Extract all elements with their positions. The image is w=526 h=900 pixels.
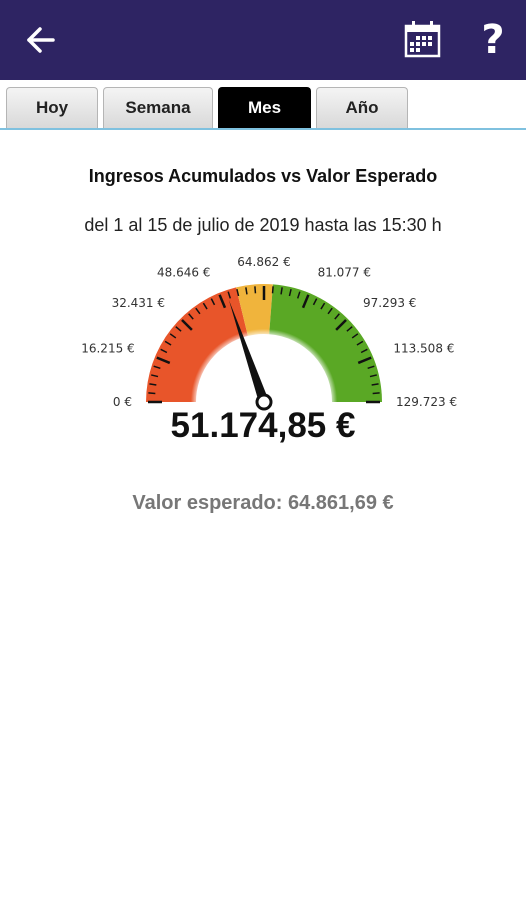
report-title: Ingresos Acumulados vs Valor Esperado [88,166,438,186]
expected-value: Valor esperado: 64.861,69 € [132,492,394,514]
report-period: del 1 al 15 de julio de 2019 hasta las 1… [84,215,442,235]
gauge-minor-tick [148,392,156,395]
gauge-minor-tick [372,392,380,395]
gauge-tick-label: 48.646 € [157,266,210,280]
gauge-tick-label: 113.508 € [393,341,454,355]
back-button[interactable] [20,20,64,60]
calendar-icon [404,21,441,58]
gauge-tick-label: 16.215 € [81,341,134,355]
gauge-minor-tick [254,286,257,294]
gauge-tick-label: 81.077 € [318,266,371,280]
tab-semana[interactable]: Semana [103,87,213,128]
gauge-tick-label: 97.293 € [363,296,416,310]
gauge-minor-tick [271,286,274,294]
gauge-tick-label: 32.431 € [112,296,165,310]
tab-hoy[interactable]: Hoy [6,87,98,128]
back-arrow-icon [27,27,55,53]
current-income-value: 51.174,85 € [170,406,356,445]
app-bar: ? [0,0,526,80]
tab-mes[interactable]: Mes [218,87,311,128]
gauge-tick-label: 64.862 € [237,255,290,269]
period-tabs: Hoy Semana Mes Año [0,80,526,132]
tab-underline [0,128,526,130]
tab-ano[interactable]: Año [316,87,408,128]
income-gauge: 0 €16.215 €32.431 €48.646 €64.862 €81.07… [81,255,457,411]
help-button[interactable]: ? [470,14,516,66]
calendar-button[interactable] [400,18,446,62]
